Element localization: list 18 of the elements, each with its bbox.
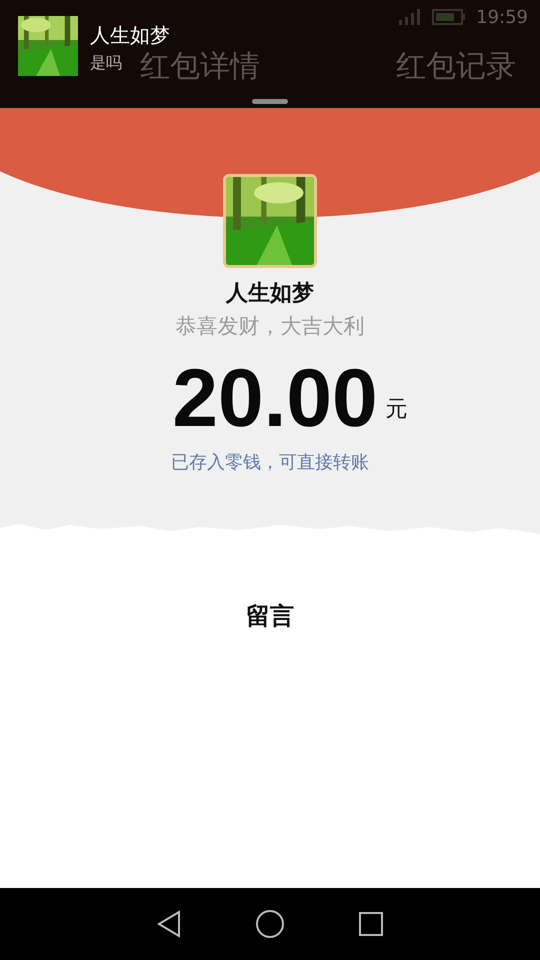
currency-unit: 元 — [386, 396, 408, 424]
message-title: 留言 — [246, 601, 294, 632]
recents-icon[interactable] — [358, 911, 384, 937]
balance-note[interactable]: 已存入零钱，可直接转账 — [171, 450, 369, 474]
greeting-text: 恭喜发财，大吉大利 — [176, 313, 364, 340]
back-icon[interactable] — [156, 910, 182, 938]
notification-panel[interactable]: 19:59 红包详情 红包记录 人生如梦 是吗 — [0, 0, 540, 108]
page-title: 红包详情 — [140, 48, 260, 86]
records-link[interactable]: 红包记录 — [396, 46, 516, 86]
sender-name: 人生如梦 — [226, 280, 314, 308]
battery-icon — [432, 9, 466, 25]
notification-message: 是吗 — [90, 53, 122, 74]
amount-value: 20.00 — [172, 358, 378, 440]
drag-handle[interactable] — [252, 99, 288, 104]
signal-icon — [398, 9, 422, 25]
notification-title: 人生如梦 — [90, 22, 170, 49]
home-icon[interactable] — [254, 909, 285, 939]
status-time: 19:59 — [476, 6, 528, 28]
